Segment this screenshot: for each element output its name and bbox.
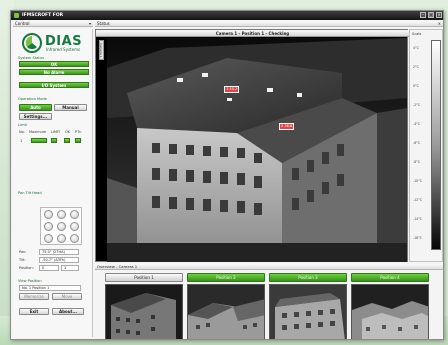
- window-controls: – □ ×: [420, 12, 442, 18]
- scale-tick: 2°C: [413, 65, 419, 69]
- thermal-image: [107, 38, 407, 262]
- temperature-scale-bar: [431, 40, 441, 250]
- memorize-button[interactable]: Memorize: [19, 293, 49, 300]
- control-pane-title: Control: [15, 21, 30, 26]
- position-2-button[interactable]: Position 2: [187, 273, 265, 282]
- app-window: IFMSCROFT FOR – □ × Control ▾ Status × D…: [10, 10, 444, 340]
- scale-tick: -16°C: [413, 236, 423, 240]
- scale-tick: -6°C: [413, 141, 420, 145]
- limit-col-ok: OK: [65, 130, 71, 134]
- pan-tilt-label: Pan Tilt Head: [18, 191, 42, 195]
- position-4-button[interactable]: Position 4: [351, 273, 429, 282]
- limit-label: Limit: [18, 123, 27, 127]
- thumbnail-image: [188, 285, 264, 339]
- position-label: Position:: [19, 266, 34, 270]
- ptz-left-button[interactable]: [44, 222, 53, 231]
- temperature-scale-panel: Scale 4°C 2°C 0°C -2°C -4°C -6°C -8°C -1…: [409, 29, 443, 262]
- tilt-label: Tilt:: [19, 258, 26, 262]
- ptz-down-button[interactable]: [57, 234, 66, 243]
- scale-tick: -2°C: [413, 103, 420, 107]
- control-panel: DIAS Infrared Systems System Status OK N…: [13, 29, 93, 337]
- minimize-button[interactable]: –: [420, 12, 426, 18]
- limit-ok-indicator: [64, 138, 70, 143]
- position-field-2[interactable]: 1: [61, 265, 79, 271]
- scale-label: Scale: [412, 32, 422, 36]
- limit-col-maximum: Maximum: [29, 130, 47, 134]
- about-button[interactable]: About...: [52, 308, 84, 315]
- exit-button[interactable]: Exit: [19, 308, 49, 315]
- scale-tick: 4°C: [413, 46, 419, 50]
- operation-mode-label: Operation Mode: [18, 97, 47, 101]
- title-bar[interactable]: IFMSCROFT FOR – □ ×: [11, 11, 443, 20]
- close-button[interactable]: ×: [436, 12, 442, 18]
- ptz-up-right-button[interactable]: [70, 210, 79, 219]
- system-status-label: System Status: [18, 56, 44, 60]
- auto-mode-button[interactable]: Auto: [19, 104, 52, 111]
- control-pane-header: Control ▾: [13, 21, 93, 27]
- logo-subtitle: Infrared Systems: [46, 47, 81, 52]
- overview-header: Overview - Camera 1: [95, 264, 443, 270]
- dias-logo-icon: [22, 33, 42, 53]
- position-3-button[interactable]: Position 3: [269, 273, 347, 282]
- limit-col-limit: LIMIT: [51, 130, 61, 134]
- scale-tick: -14°C: [413, 217, 423, 221]
- dias-logo: DIAS Infrared Systems: [21, 33, 89, 53]
- ptz-down-right-button[interactable]: [70, 234, 79, 243]
- position-field[interactable]: 0: [39, 265, 59, 271]
- pan-label: Pan:: [19, 250, 27, 254]
- position-4-thumbnail[interactable]: [351, 284, 429, 339]
- limit-col-ptn: PTn: [75, 130, 82, 134]
- position-select[interactable]: No. 1 Position 1: [19, 285, 81, 291]
- thumbnail-image: [352, 285, 428, 339]
- scale-tick: -10°C: [413, 179, 423, 183]
- manual-mode-button[interactable]: Manual: [54, 104, 87, 111]
- pane-collapse-icon[interactable]: ▾: [89, 21, 91, 27]
- alarm-indicator: No Alarm: [19, 69, 89, 75]
- position-2-thumbnail[interactable]: [187, 284, 265, 339]
- limit-maximum-indicator: [31, 138, 47, 143]
- position-1-thumbnail[interactable]: [105, 284, 183, 339]
- scale-tick: -12°C: [413, 198, 423, 202]
- pan-field[interactable]: 75.0° (27HA): [39, 249, 79, 255]
- ptz-up-button[interactable]: [57, 210, 66, 219]
- scale-tick: -8°C: [413, 160, 420, 164]
- scale-tick: 0°C: [413, 84, 419, 88]
- temp-marker-2[interactable]: 2 38.6: [279, 123, 295, 130]
- io-system-button[interactable]: I/O System: [19, 82, 89, 88]
- pane-close-icon[interactable]: ×: [438, 21, 441, 27]
- ptz-down-left-button[interactable]: [44, 234, 53, 243]
- app-icon: [14, 13, 19, 18]
- status-pane-header: Status ×: [95, 21, 443, 27]
- video-caption: Camera 1 - Position 1 - Checking: [96, 30, 409, 37]
- maximize-button[interactable]: □: [428, 12, 434, 18]
- limit-row-no: 1: [20, 139, 23, 143]
- scale-tick: -4°C: [413, 122, 420, 126]
- thumbnail-image: [270, 285, 346, 339]
- move-button[interactable]: Move: [52, 293, 82, 300]
- temp-marker-1[interactable]: 1 45.2: [224, 86, 240, 93]
- pan-tilt-control: [40, 207, 82, 245]
- settings-button[interactable]: Settings...: [19, 113, 52, 120]
- thumbnail-image: [106, 285, 182, 339]
- position-3-thumbnail[interactable]: [269, 284, 347, 339]
- tilt-field[interactable]: -50.7° (A3Fh): [39, 257, 79, 263]
- status-ok-indicator: OK: [19, 61, 89, 67]
- thermal-video-view[interactable]: Camera 1 - Position 1 - Checking Camera …: [95, 29, 409, 262]
- ptz-right-button[interactable]: [70, 222, 79, 231]
- limit-ptn-indicator: [75, 138, 81, 143]
- position-1-button[interactable]: Position 1: [105, 273, 183, 282]
- ptz-home-button[interactable]: [57, 222, 66, 231]
- view-position-label: View Position: [18, 279, 42, 283]
- window-title: IFMSCROFT FOR: [22, 13, 64, 18]
- status-pane-title: Status: [97, 21, 110, 26]
- limit-col-no: No.: [19, 130, 25, 134]
- limit-limit-indicator: [51, 138, 57, 143]
- camera-tab[interactable]: Camera 1: [99, 40, 104, 60]
- ptz-up-left-button[interactable]: [44, 210, 53, 219]
